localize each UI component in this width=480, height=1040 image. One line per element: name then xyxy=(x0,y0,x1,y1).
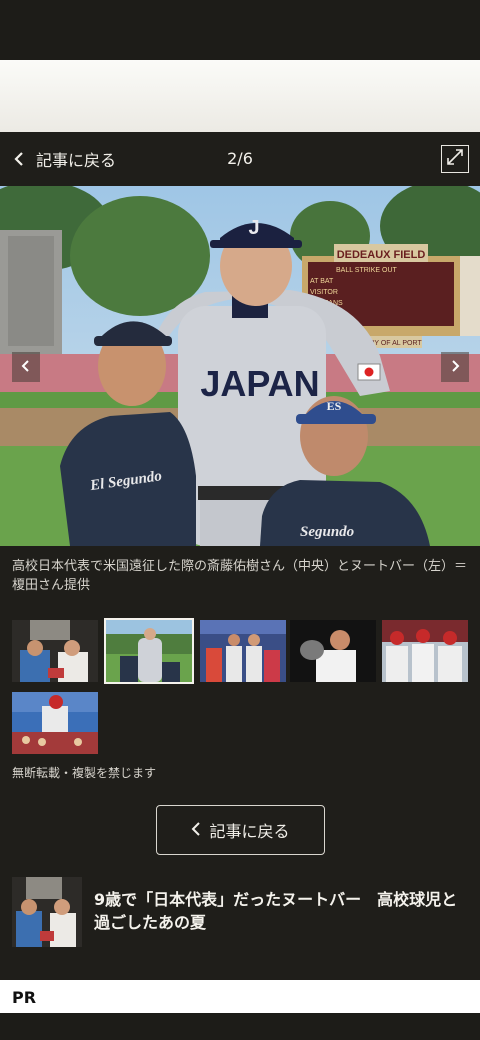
photo-caption: 高校日本代表で米国遠征した際の斎藤佑樹さん（中央）とヌートバー（左）＝榎田さん提… xyxy=(12,559,468,593)
back-to-article-link[interactable]: 記事に戻る xyxy=(8,144,116,174)
thumbnail-3[interactable] xyxy=(200,620,286,682)
expand-icon xyxy=(445,147,465,171)
scoreboard-row2: AT BAT xyxy=(310,278,334,285)
scoreboard-title: DEDEAUX FIELD xyxy=(337,249,426,261)
chevron-left-icon xyxy=(8,148,30,170)
thumbnail-6[interactable] xyxy=(12,692,98,754)
viewer-header: 記事に戻る 2/6 xyxy=(0,132,480,186)
back-link-label: 記事に戻る xyxy=(36,151,117,170)
scoreboard-row3: VISITOR xyxy=(310,289,338,296)
cap-center-letter: J xyxy=(248,217,259,239)
chevron-right-icon xyxy=(450,358,460,377)
thumbnail-2[interactable] xyxy=(104,618,194,684)
expand-button[interactable] xyxy=(441,145,469,173)
copyright-notice: 無断転載・複製を禁じます xyxy=(12,766,157,780)
scoreboard-row1: BALL STRIKE OUT xyxy=(336,267,398,274)
thumbnail-5[interactable] xyxy=(382,620,468,682)
back-button-label: 記事に戻る xyxy=(209,822,290,841)
previous-image-button[interactable] xyxy=(12,352,40,382)
cap-right-letters: ES xyxy=(327,399,342,413)
next-image-button[interactable] xyxy=(441,352,469,382)
bottom-bar xyxy=(0,1013,480,1040)
chevron-left-icon xyxy=(191,821,201,840)
jersey-right-text: Segundo xyxy=(300,524,354,540)
related-article[interactable]: 9歳で「日本代表」だったヌートバー 高校球児と過ごしたあの夏 xyxy=(12,876,472,948)
main-photo: DEDEAUX FIELD BALL STRIKE OUT AT BAT VIS… xyxy=(0,186,480,546)
ad-banner[interactable] xyxy=(0,60,480,132)
thumbnail-4[interactable] xyxy=(290,620,376,682)
status-bar xyxy=(0,0,480,60)
image-counter: 2/6 xyxy=(227,149,253,168)
pr-label: PR xyxy=(12,988,37,1007)
back-to-article-button[interactable]: 記事に戻る xyxy=(156,805,325,855)
related-article-title[interactable]: 9歳で「日本代表」だったヌートバー 高校球児と過ごしたあの夏 xyxy=(94,888,472,934)
related-article-thumbnail[interactable] xyxy=(12,877,82,947)
thumbnail-1[interactable] xyxy=(12,620,98,682)
jersey-center-text: JAPAN xyxy=(200,363,319,404)
chevron-left-icon xyxy=(21,358,31,377)
pr-section: PR xyxy=(0,980,480,1013)
